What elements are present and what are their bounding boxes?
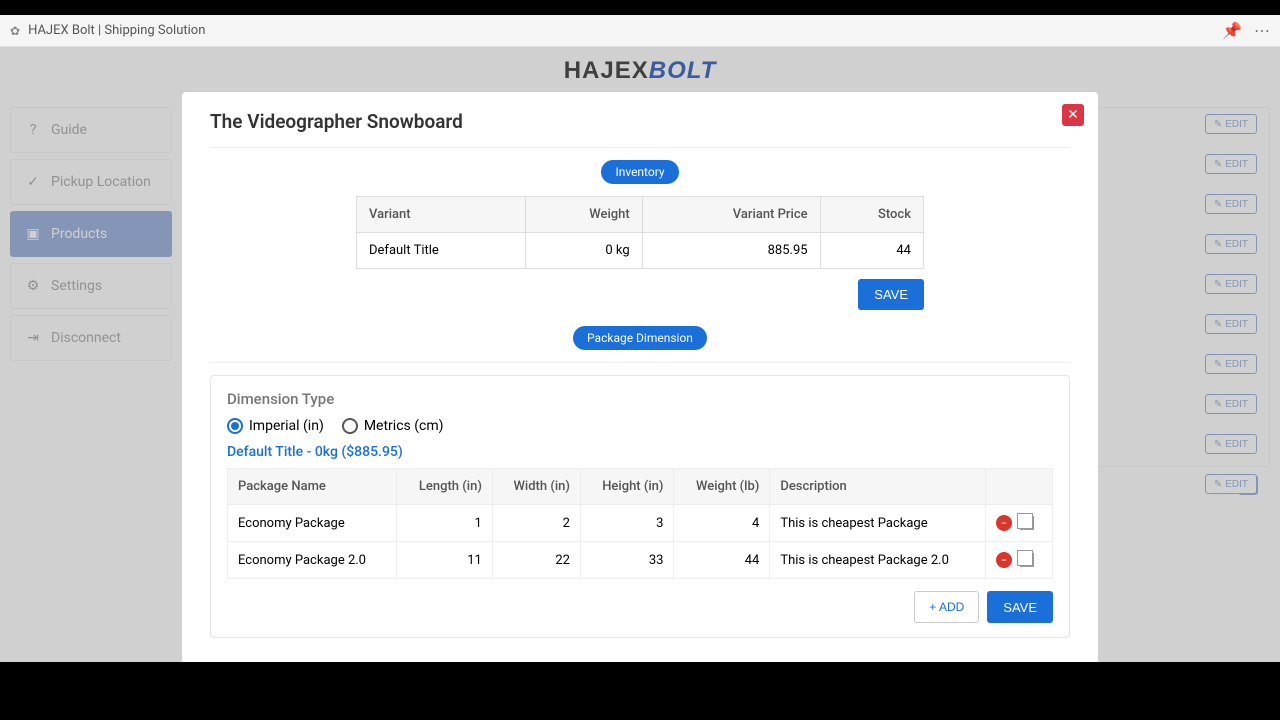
- col-package-name: Package Name: [228, 469, 397, 505]
- radio-icon: [227, 418, 243, 434]
- radio-icon: [342, 418, 358, 434]
- copy-icon[interactable]: [1020, 516, 1034, 530]
- col-description: Description: [770, 469, 986, 505]
- variant-stock[interactable]: 44: [820, 233, 923, 269]
- inventory-pill: Inventory: [601, 160, 678, 184]
- package-row: Economy Package 2.0 11 22 33 44 This is …: [228, 542, 1053, 579]
- col-length: Length (in): [397, 469, 492, 505]
- package-table: Package Name Length (in) Width (in) Heig…: [227, 468, 1053, 579]
- variant-weight[interactable]: 0 kg: [526, 233, 643, 269]
- col-height: Height (in): [580, 469, 674, 505]
- col-actions: [985, 469, 1052, 505]
- modal-title: The Videographer Snowboard: [210, 110, 1070, 133]
- save-packages-button[interactable]: SAVE: [987, 591, 1053, 623]
- pin-icon[interactable]: 📌: [1222, 21, 1242, 40]
- close-button[interactable]: ✕: [1062, 104, 1084, 126]
- variant-table: Variant Weight Variant Price Stock Defau…: [356, 196, 924, 269]
- col-variant: Variant: [357, 197, 526, 233]
- col-width: Width (in): [492, 469, 580, 505]
- dimension-type-label: Dimension Type: [227, 390, 1053, 408]
- unit-imperial-radio[interactable]: Imperial (in): [227, 418, 324, 434]
- tab-title: HAJEX Bolt | Shipping Solution: [28, 23, 205, 38]
- col-weight: Weight (lb): [674, 469, 770, 505]
- copy-icon[interactable]: [1020, 553, 1034, 567]
- remove-icon[interactable]: −: [996, 515, 1012, 531]
- col-weight: Weight: [526, 197, 643, 233]
- browser-tab-bar: ✿ HAJEX Bolt | Shipping Solution 📌 ⋯: [0, 15, 1280, 47]
- add-package-button[interactable]: + ADD: [914, 591, 979, 623]
- col-price: Variant Price: [642, 197, 820, 233]
- variant-price[interactable]: 885.95: [642, 233, 820, 269]
- variant-row: Default Title 0 kg 885.95 44: [357, 233, 924, 269]
- variant-summary-link[interactable]: Default Title - 0kg ($885.95): [227, 444, 1053, 460]
- save-inventory-button[interactable]: SAVE: [858, 279, 924, 310]
- dimension-pill: Package Dimension: [573, 326, 707, 350]
- modal-overlay: ✕ The Videographer Snowboard Inventory V…: [0, 47, 1280, 707]
- package-row: Economy Package 1 2 3 4 This is cheapest…: [228, 505, 1053, 542]
- more-icon[interactable]: ⋯: [1254, 21, 1270, 40]
- variant-name: Default Title: [357, 233, 526, 269]
- col-stock: Stock: [820, 197, 923, 233]
- tab-favicon: ✿: [10, 24, 20, 38]
- remove-icon[interactable]: −: [996, 552, 1012, 568]
- dimension-section: Dimension Type Imperial (in) Metrics (cm…: [210, 375, 1070, 638]
- unit-metric-radio[interactable]: Metrics (cm): [342, 418, 444, 434]
- product-modal: ✕ The Videographer Snowboard Inventory V…: [182, 92, 1098, 666]
